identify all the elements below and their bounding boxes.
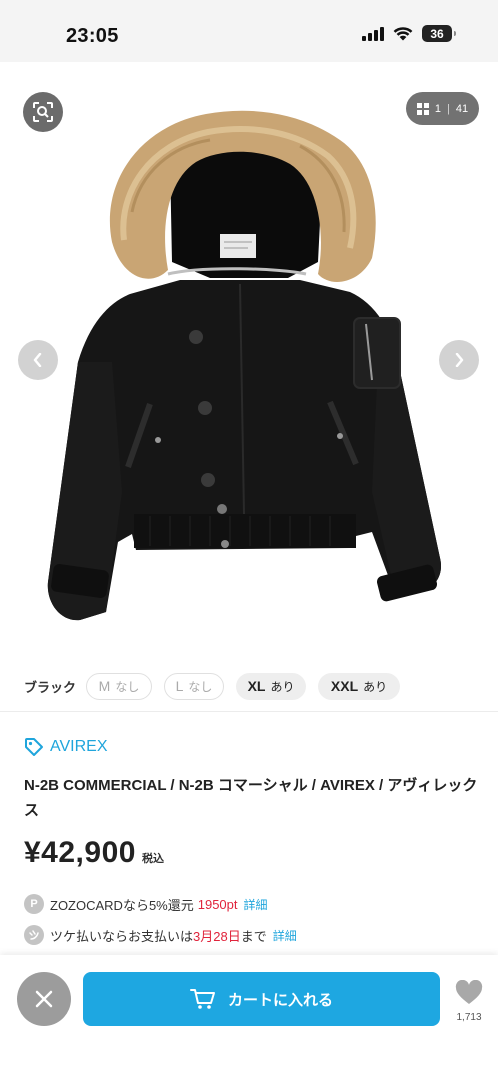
tsuke-row: ツケ払いならお支払いは 3月28日 まで 詳細 xyxy=(24,925,297,945)
zoom-button[interactable] xyxy=(23,92,63,132)
size-chip-xl[interactable]: XL あり xyxy=(236,672,307,700)
tsuke-text-after: まで xyxy=(240,928,267,944)
status-icons: 36 xyxy=(362,25,456,42)
add-to-cart-button[interactable]: カートに入れる xyxy=(83,972,440,1026)
status-time: 23:05 xyxy=(66,25,119,47)
color-label: ブラック xyxy=(24,679,77,695)
bottom-action-bar: カートに入れる 1,713 xyxy=(0,955,498,1080)
tsuke-details-link[interactable]: 詳細 xyxy=(273,927,297,944)
zozocard-row: P ZOZOCARDなら5%還元 1950pt 詳細 xyxy=(24,894,268,914)
size-chip-xxl[interactable]: XXL あり xyxy=(318,672,401,700)
cellular-signal-icon xyxy=(362,26,384,41)
size-stock: なし xyxy=(115,679,140,694)
zozocard-details-link[interactable]: 詳細 xyxy=(244,896,268,913)
status-bar: 23:05 36 xyxy=(0,0,498,62)
favorite-button[interactable]: 1,713 xyxy=(448,980,490,1023)
brand-name: AVIREX xyxy=(50,738,108,755)
size-name: L xyxy=(175,678,184,694)
cart-icon xyxy=(189,989,215,1009)
tsuke-text-before: ツケ払いならお支払いは xyxy=(50,928,194,944)
zozocard-points: 1950pt xyxy=(197,896,238,912)
size-chip-m[interactable]: M なし xyxy=(86,672,153,700)
counter-total: 41 xyxy=(455,102,469,115)
cart-button-label: カートに入れる xyxy=(227,991,333,1009)
heart-icon xyxy=(455,980,483,1004)
image-page-counter[interactable]: 1 | 41 xyxy=(406,92,479,125)
chevron-left-icon xyxy=(33,353,42,367)
size-stock: あり xyxy=(363,679,388,694)
favorite-count: 1,713 xyxy=(456,1012,482,1023)
size-selector: ブラック M なし L なし XL あり XXL あり xyxy=(0,668,498,704)
battery-icon: 36 xyxy=(422,25,456,42)
points-icon: P xyxy=(24,894,44,914)
zozocard-text: ZOZOCARDなら5%還元 xyxy=(50,897,194,913)
counter-current: 1 xyxy=(434,102,441,115)
tax-label: 税込 xyxy=(141,853,164,865)
tag-icon xyxy=(25,738,43,756)
size-chip-l[interactable]: L なし xyxy=(164,672,225,700)
previous-image-button[interactable] xyxy=(18,340,58,380)
tsuke-date: 3月28日 xyxy=(193,928,241,944)
chevron-right-icon xyxy=(455,353,464,367)
product-title: N-2B COMMERCIAL / N-2B コマーシャル / AVIREX /… xyxy=(24,777,478,819)
counter-separator: | xyxy=(447,102,450,115)
price-value: ¥42,900 xyxy=(24,836,136,869)
grid-icon xyxy=(416,102,429,115)
next-image-button[interactable] xyxy=(439,340,479,380)
size-stock: なし xyxy=(188,679,213,694)
size-name: M xyxy=(98,678,111,694)
size-stock: あり xyxy=(270,679,295,694)
product-image[interactable] xyxy=(0,62,498,660)
close-button[interactable] xyxy=(17,972,71,1026)
tsuke-mark-icon xyxy=(29,930,39,940)
divider xyxy=(0,711,498,712)
size-name: XXL xyxy=(330,678,359,694)
zoom-search-icon xyxy=(33,102,53,122)
close-icon xyxy=(35,990,53,1008)
size-name: XL xyxy=(247,678,266,694)
wifi-icon xyxy=(393,27,413,41)
tsuke-icon xyxy=(24,925,44,945)
brand-link[interactable]: AVIREX xyxy=(24,737,108,757)
price: ¥42,900 税込 xyxy=(24,836,164,870)
